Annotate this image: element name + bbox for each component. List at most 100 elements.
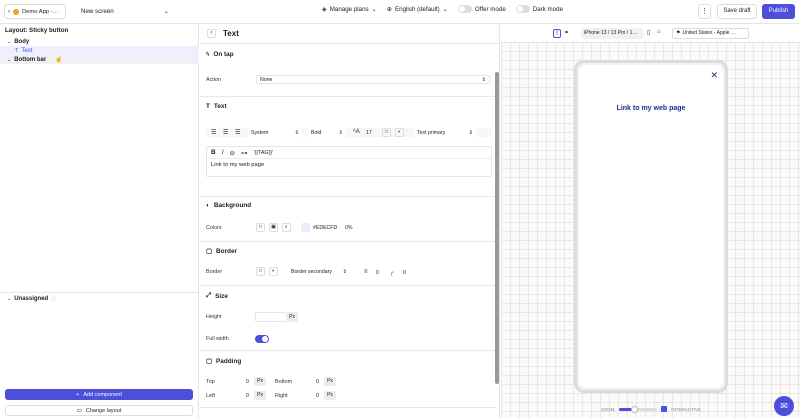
align-left-icon[interactable]: ☰ bbox=[211, 129, 216, 136]
publish-button[interactable]: Publish bbox=[762, 4, 795, 19]
tree-item-unassigned[interactable]: ⌄ Unassigned ⓘ bbox=[0, 294, 199, 303]
align-center-icon[interactable]: ☰ bbox=[223, 129, 228, 136]
layers-icon: ◈ bbox=[322, 5, 327, 13]
tree-item-text[interactable]: T Text bbox=[0, 46, 199, 55]
rich-text-editor[interactable]: B I ⊖ ⊶ '{{TAG}}' Link to my web page bbox=[206, 146, 492, 177]
section-border: ▢ Border bbox=[206, 247, 237, 256]
strikethrough-icon[interactable]: ⊖ bbox=[230, 149, 235, 157]
background-hex[interactable]: #EDECFD bbox=[313, 225, 337, 231]
italic-icon[interactable]: I bbox=[222, 149, 224, 156]
height-unit[interactable]: Px bbox=[286, 312, 298, 322]
phone-screen: ✕ Link to my web page bbox=[579, 65, 723, 388]
image-fill-icon[interactable]: ▣ bbox=[269, 223, 278, 232]
divider bbox=[0, 292, 199, 293]
padding-top-unit: Px bbox=[254, 377, 266, 386]
save-device-icon[interactable]: ⌂ bbox=[657, 29, 661, 35]
compare-icon[interactable]: ⚭ bbox=[564, 29, 569, 36]
padding-right-value[interactable]: 0 bbox=[316, 393, 319, 399]
language-select[interactable]: ⊕ English (default) ⌄ bbox=[387, 6, 448, 13]
chevron-updown-icon: ⇕ bbox=[342, 268, 347, 275]
border-palette-icon[interactable]: ◐ bbox=[269, 267, 278, 276]
text-type-icon: T bbox=[15, 47, 19, 54]
dark-mode-toggle[interactable]: Dark mode bbox=[515, 5, 564, 13]
border-width-value[interactable]: 0 bbox=[376, 270, 379, 276]
align-right-icon[interactable]: ☰ bbox=[235, 129, 240, 136]
text-content[interactable]: Link to my web page bbox=[207, 159, 491, 171]
variable-tag[interactable]: '{{TAG}}' bbox=[253, 150, 273, 156]
app-switcher[interactable]: ‹ Demo App -… bbox=[4, 4, 66, 19]
offer-mode-switch[interactable] bbox=[457, 5, 472, 13]
chevron-down-icon: ⌄ bbox=[7, 295, 12, 302]
locale-value: United States - Apple … bbox=[682, 30, 736, 36]
corner-radius-icon: ╭ bbox=[390, 270, 394, 276]
bold-icon[interactable]: B bbox=[211, 149, 216, 156]
border-label: Border bbox=[206, 269, 223, 275]
manage-plans-label: Manage plans bbox=[329, 5, 369, 13]
phone-view-icon[interactable]: ▯ bbox=[553, 29, 561, 38]
weight-select[interactable]: Bold ⇕ bbox=[308, 128, 346, 137]
offer-mode-toggle[interactable]: Offer mode bbox=[457, 5, 506, 13]
border-title: Border bbox=[216, 247, 237, 255]
chat-icon: ✉ bbox=[780, 401, 788, 411]
divider bbox=[200, 285, 496, 286]
text-section-title: Text bbox=[213, 103, 227, 110]
back-button[interactable]: ‹ bbox=[207, 29, 216, 38]
colors-label: Colors bbox=[206, 225, 222, 231]
font-size-value[interactable]: 17 bbox=[366, 130, 372, 136]
link-icon[interactable]: ⊶ bbox=[241, 149, 248, 157]
save-draft-button[interactable]: Save draft bbox=[717, 4, 757, 19]
action-value: None bbox=[260, 76, 273, 83]
action-select[interactable]: None ⇕ bbox=[256, 75, 490, 84]
text-color-select[interactable]: Text primary ⇕ bbox=[414, 128, 476, 137]
tree-label-bottom-bar: Bottom bar bbox=[14, 56, 47, 63]
app-logo-icon bbox=[13, 8, 19, 15]
background-opacity[interactable]: 0% bbox=[345, 225, 353, 231]
locale-select[interactable]: ⚑ United States - Apple … bbox=[672, 28, 749, 39]
gradient-fill-icon[interactable]: ◐ bbox=[282, 223, 291, 232]
tree-item-body[interactable]: ⌄ Body bbox=[0, 37, 199, 46]
zoom-bar: ZOOM INTERACTIVE bbox=[601, 404, 701, 414]
zoom-slider[interactable] bbox=[618, 405, 658, 413]
border-style-select[interactable]: Border secondary ⇕ bbox=[288, 267, 350, 276]
palette-icon[interactable]: ◐ bbox=[395, 128, 404, 137]
on-tap-title: On tap bbox=[213, 51, 234, 58]
padding-left-label: Left bbox=[206, 393, 215, 399]
background-color-swatch[interactable] bbox=[301, 223, 310, 232]
offer-mode-label: Offer mode bbox=[474, 5, 506, 13]
device-select[interactable]: iPhone 13 / 13 Pro / 1… bbox=[581, 28, 643, 39]
corner-radius-value[interactable]: 0 bbox=[403, 270, 406, 276]
interactive-checkbox[interactable] bbox=[661, 406, 668, 412]
tree-label-text: Text bbox=[21, 47, 33, 54]
change-layout-label: Change layout bbox=[85, 407, 122, 414]
properties-title: Text bbox=[223, 29, 239, 38]
manage-plans-button[interactable]: ◈ Manage plans ⌄ bbox=[322, 6, 377, 13]
scrollbar[interactable] bbox=[495, 72, 499, 384]
height-input[interactable] bbox=[255, 312, 287, 322]
dark-mode-label: Dark mode bbox=[532, 5, 564, 13]
tree-item-bottom-bar[interactable]: ⌄ Bottom bar ☝ bbox=[0, 55, 199, 64]
close-icon[interactable]: ✕ bbox=[710, 70, 718, 81]
solid-fill-icon[interactable]: □ bbox=[256, 223, 265, 232]
resize-icon: ⤢ bbox=[206, 292, 212, 299]
padding-left-value[interactable]: 0 bbox=[246, 393, 249, 399]
link-text[interactable]: Link to my web page bbox=[579, 105, 723, 112]
add-component-button[interactable]: + Add component bbox=[5, 389, 193, 400]
padding-top-value[interactable]: 0 bbox=[246, 379, 249, 385]
screen-select[interactable]: New screen ⌄ bbox=[75, 4, 175, 19]
full-width-label: Full width bbox=[206, 336, 229, 342]
padding-bottom-value[interactable]: 0 bbox=[316, 379, 319, 385]
chat-support-button[interactable]: ✉ bbox=[774, 396, 794, 416]
chevron-down-icon: ⌄ bbox=[7, 38, 12, 45]
padding-bottom-label: Bottom bbox=[275, 379, 293, 385]
border-swatch-icon[interactable]: □ bbox=[256, 267, 265, 276]
full-width-toggle[interactable] bbox=[255, 335, 269, 343]
background-title: Background bbox=[213, 202, 252, 209]
dark-mode-switch[interactable] bbox=[515, 5, 530, 13]
color-swatch-icon[interactable]: □ bbox=[382, 128, 391, 137]
change-layout-button[interactable]: ▭ Change layout bbox=[5, 405, 193, 416]
chevron-updown-icon: ⇕ bbox=[338, 129, 343, 136]
more-options-button[interactable]: ⋮ bbox=[698, 4, 711, 19]
portrait-icon[interactable]: ▯ bbox=[647, 29, 650, 36]
font-select[interactable]: System ⇕ bbox=[248, 128, 302, 137]
zoom-handle[interactable] bbox=[630, 405, 638, 413]
